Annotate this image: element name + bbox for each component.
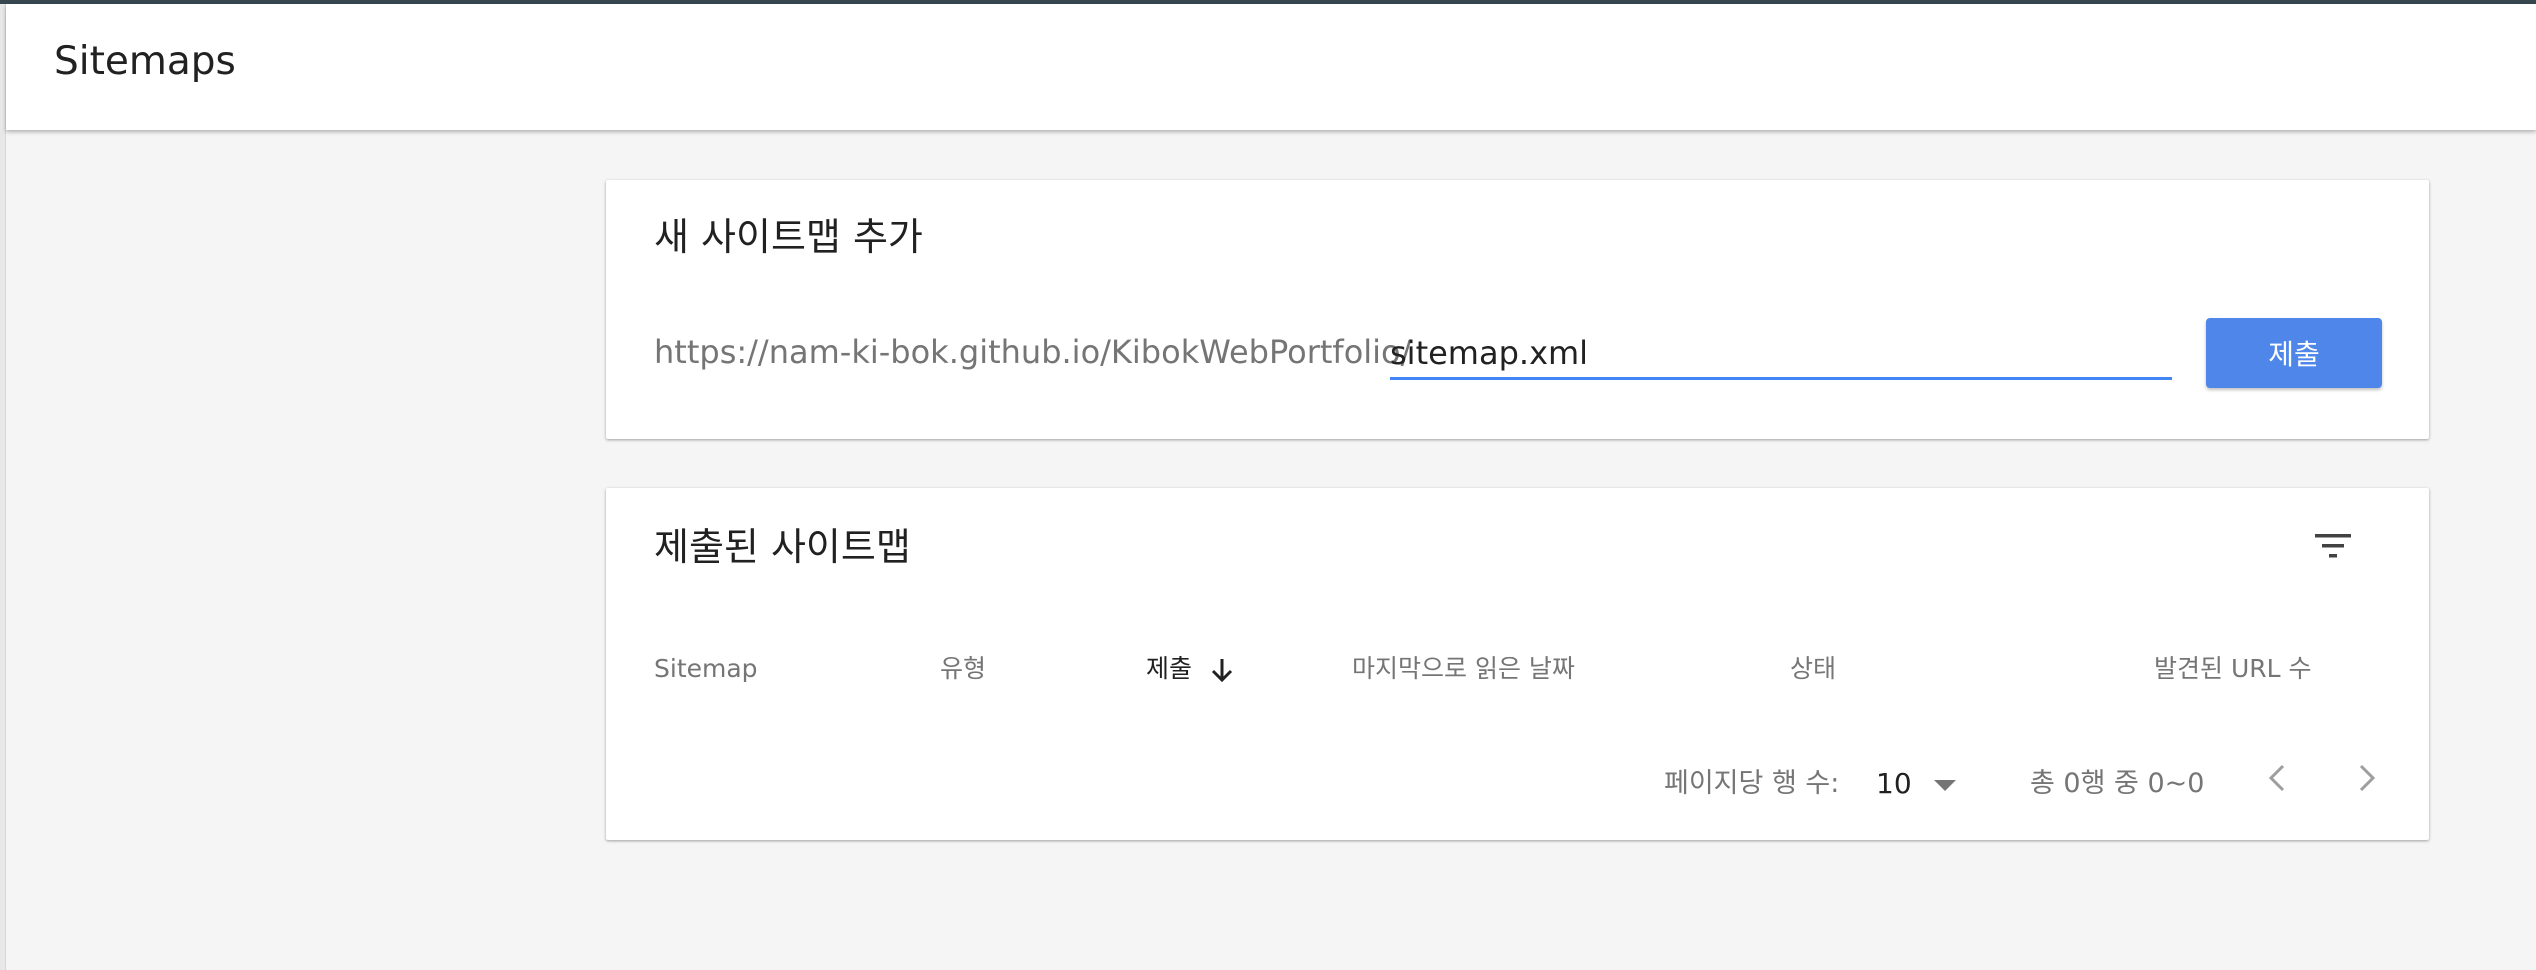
- dropdown-caret-icon: [1934, 780, 1956, 791]
- column-header-type[interactable]: 유형: [940, 656, 986, 681]
- add-sitemap-title: 새 사이트맵 추가: [654, 215, 923, 259]
- add-sitemap-card: 새 사이트맵 추가 https://nam-ki-bok.github.io/K…: [606, 180, 2429, 439]
- column-header-status[interactable]: 상태: [1790, 656, 1836, 681]
- arrow-down-icon: [1211, 659, 1233, 683]
- sitemap-url-input[interactable]: [1390, 322, 2172, 380]
- rows-per-page-label: 페이지당 행 수:: [1664, 768, 1840, 799]
- page-header: Sitemaps: [6, 4, 2536, 130]
- page-title: Sitemaps: [54, 39, 236, 84]
- left-rail: [0, 4, 6, 970]
- chevron-left-icon[interactable]: [2256, 756, 2300, 800]
- column-header-sitemap[interactable]: Sitemap: [654, 656, 758, 681]
- column-header-submitted-label: 제출: [1146, 654, 1193, 683]
- submit-button[interactable]: 제출: [2206, 318, 2382, 388]
- column-header-submitted[interactable]: 제출: [1146, 656, 1234, 684]
- chevron-right-icon[interactable]: [2344, 756, 2388, 800]
- rows-per-page-select[interactable]: 10: [1870, 760, 1966, 806]
- rows-per-page-value: 10: [1876, 767, 1912, 800]
- filter-list-icon[interactable]: [2312, 528, 2354, 564]
- submitted-sitemaps-card: 제출된 사이트맵 Sitemap 유형 제출 마지막으로 읽은 날짜 상태 발견…: [606, 488, 2429, 840]
- column-header-last-read[interactable]: 마지막으로 읽은 날짜: [1352, 656, 1575, 681]
- site-url-prefix: https://nam-ki-bok.github.io/KibokWebPor…: [654, 333, 1412, 371]
- submitted-sitemaps-title: 제출된 사이트맵: [654, 525, 911, 569]
- column-header-urls-found[interactable]: 발견된 URL 수: [2154, 656, 2312, 681]
- pagination-range: 총 0행 중 0~0: [2030, 768, 2205, 799]
